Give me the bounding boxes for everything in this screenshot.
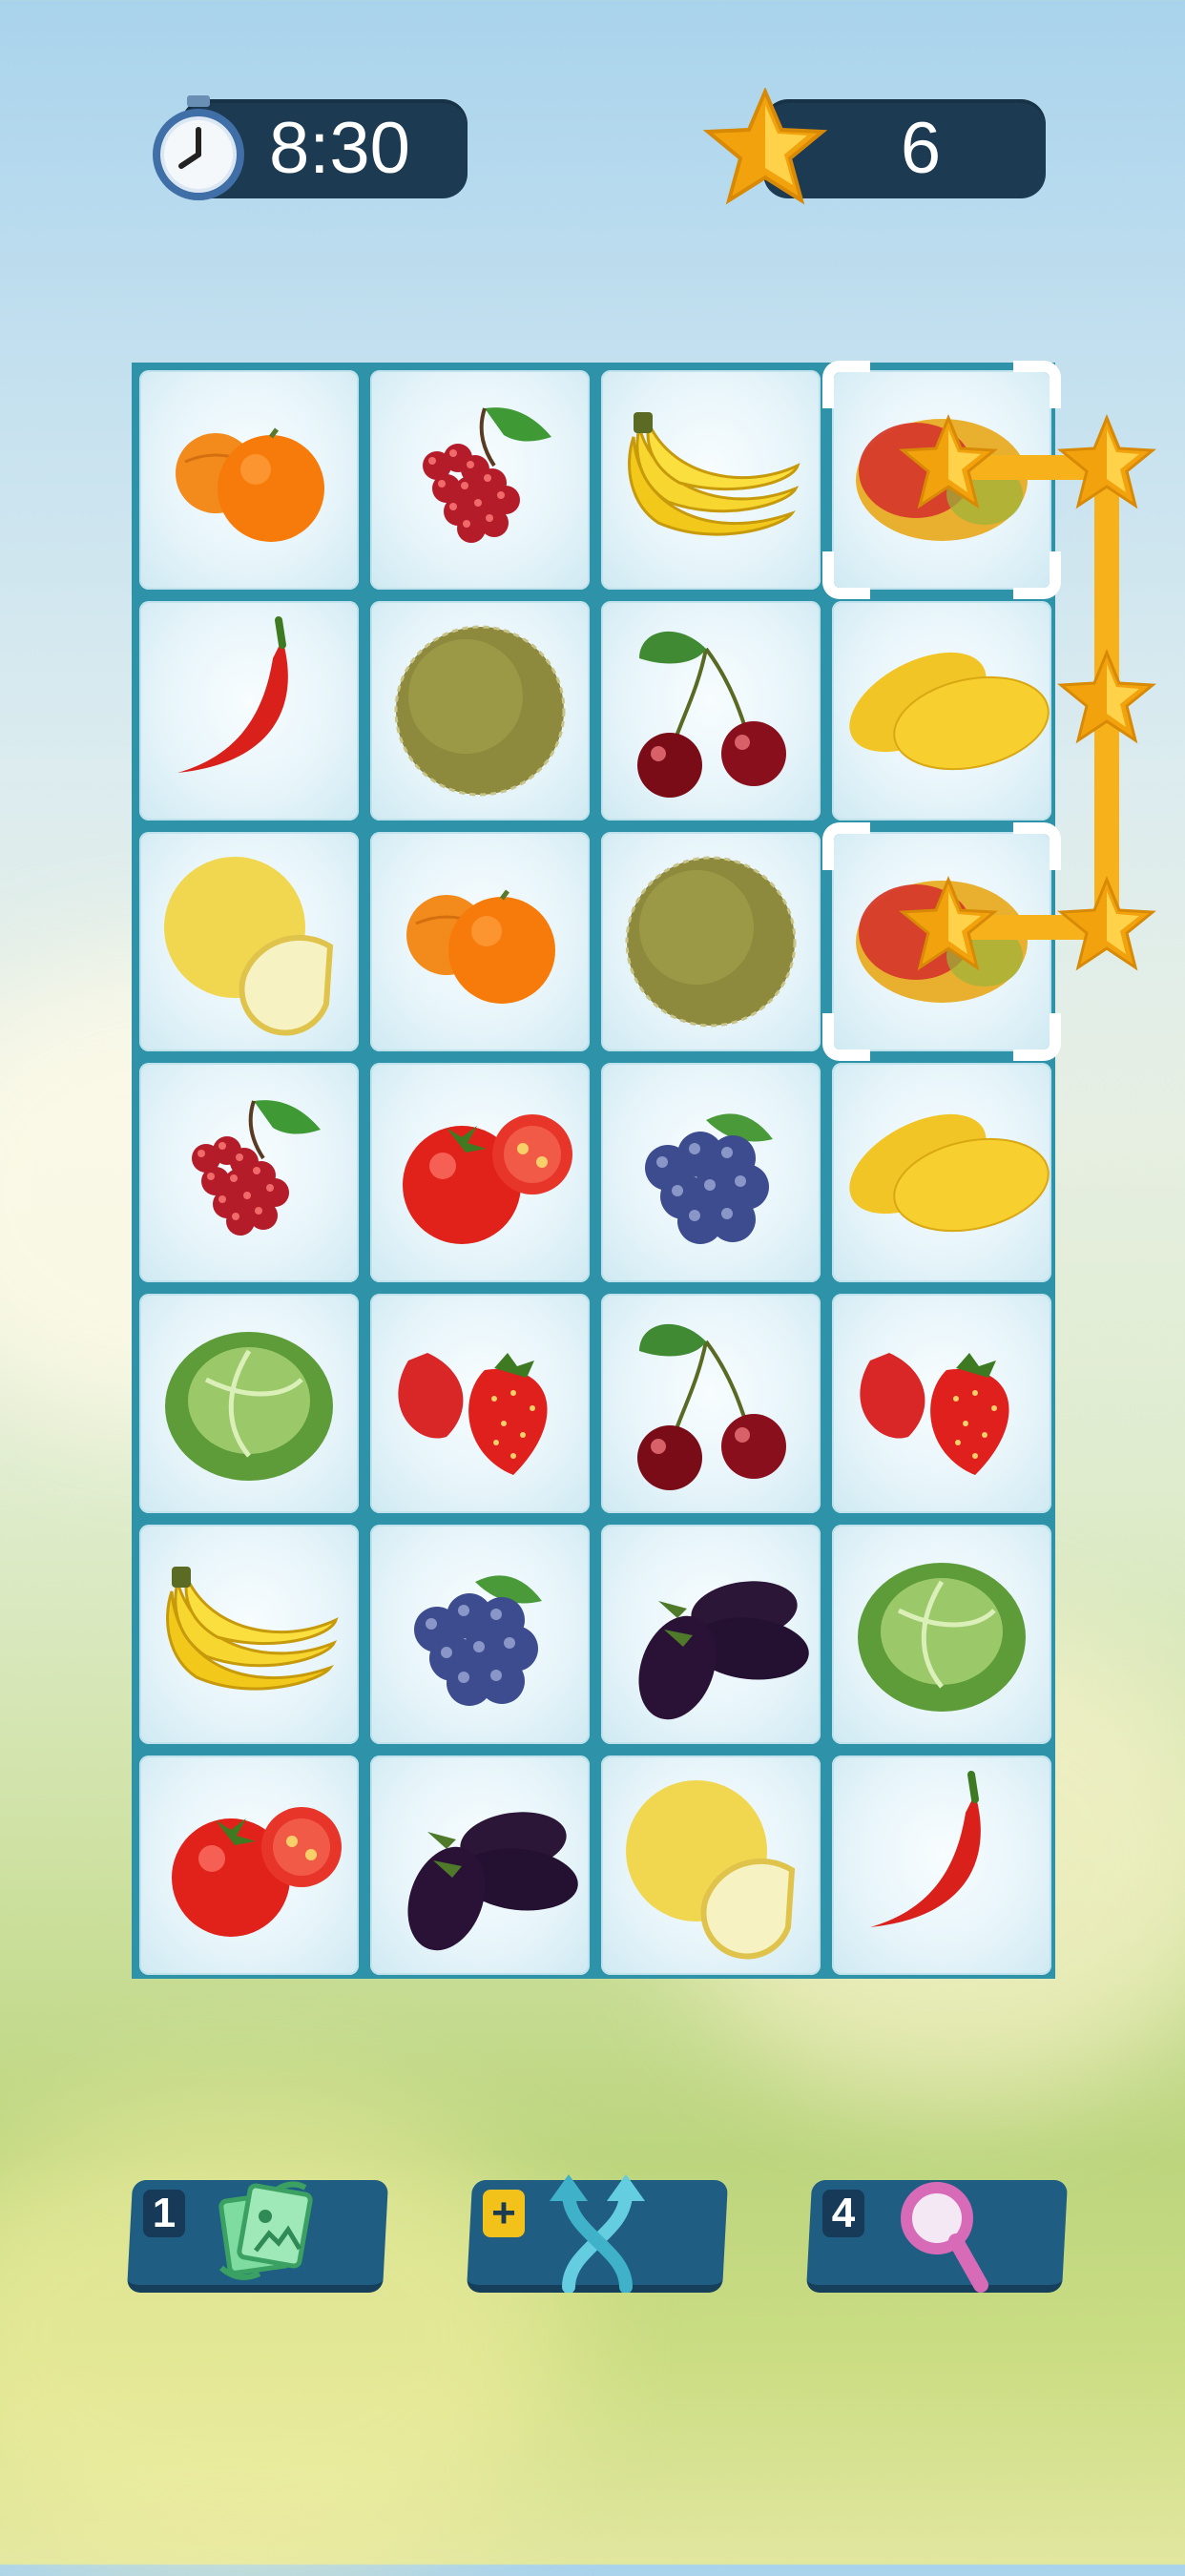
magnifier-icon	[885, 2174, 1000, 2298]
tile-chili-pepper[interactable]	[139, 601, 359, 821]
selection-corner	[1013, 361, 1061, 408]
tile-eggplant[interactable]	[601, 1525, 821, 1744]
honeydew-melon-icon	[164, 857, 334, 1036]
timer-value: 8:30	[269, 108, 410, 189]
tile-honeydew-melon[interactable]	[601, 1755, 821, 1975]
tile-eggplant[interactable]	[370, 1755, 590, 1975]
blueberry-icon	[414, 1575, 542, 1706]
selection-corner	[1013, 551, 1061, 599]
tile-blueberry[interactable]	[601, 1063, 821, 1282]
booster-add: +	[483, 2190, 525, 2237]
tile-banana[interactable]	[139, 1525, 359, 1744]
tile-red-currant[interactable]	[370, 370, 590, 590]
booster-count: 4	[822, 2190, 864, 2237]
blueberry-icon	[645, 1113, 773, 1244]
shuffle-booster-button[interactable]: 1	[126, 2180, 389, 2293]
tile-honeydew-melon[interactable]	[139, 832, 359, 1051]
red-currant-icon	[423, 407, 551, 543]
crossing-arrows-icon	[546, 2174, 660, 2294]
cherry-icon	[637, 1323, 786, 1490]
selection-corner	[822, 1013, 870, 1061]
cabbage-icon	[858, 1563, 1026, 1712]
tomato-icon	[403, 1114, 572, 1244]
tile-yellow-mango[interactable]	[832, 601, 1051, 821]
tile-cherry[interactable]	[601, 601, 821, 821]
yellow-mango-icon	[849, 652, 1050, 771]
star-icon	[702, 86, 828, 210]
selection-corner	[1013, 1013, 1061, 1061]
cantaloupe-icon	[394, 625, 566, 797]
stopwatch-icon	[149, 95, 248, 202]
selection-corner	[822, 822, 870, 870]
path-star-icon	[1057, 414, 1156, 509]
tile-orange[interactable]	[139, 370, 359, 590]
yellow-mango-icon	[849, 1113, 1050, 1233]
eggplant-icon	[407, 1812, 578, 1951]
tile-banana[interactable]	[601, 370, 821, 590]
banana-icon	[166, 1567, 339, 1691]
red-currant-icon	[192, 1100, 321, 1236]
tile-orange[interactable]	[370, 832, 590, 1051]
tile-cabbage[interactable]	[832, 1525, 1051, 1744]
swap-booster-button[interactable]: +	[466, 2174, 729, 2294]
tile-strawberry[interactable]	[832, 1294, 1051, 1513]
tile-strawberry[interactable]	[370, 1294, 590, 1513]
orange-icon	[176, 427, 324, 542]
tile-red-currant[interactable]	[139, 1063, 359, 1282]
tile-tomato[interactable]	[370, 1063, 590, 1282]
booster-count: 1	[143, 2190, 185, 2237]
tile-yellow-mango[interactable]	[832, 1063, 1051, 1282]
path-star-icon	[1057, 649, 1156, 744]
path-star-icon	[1057, 876, 1156, 971]
tile-cantaloupe[interactable]	[370, 601, 590, 821]
chili-pepper-icon	[177, 616, 288, 773]
hint-booster-button[interactable]: 4	[805, 2180, 1069, 2293]
cherry-icon	[637, 631, 786, 798]
strawberry-icon	[860, 1353, 1009, 1475]
tile-cabbage[interactable]	[139, 1294, 359, 1513]
tile-cherry[interactable]	[601, 1294, 821, 1513]
shuffle-image-icon	[206, 2180, 321, 2293]
strawberry-icon	[398, 1353, 548, 1475]
orange-icon	[406, 889, 555, 1004]
tile-blueberry[interactable]	[370, 1525, 590, 1744]
tile-tomato[interactable]	[139, 1755, 359, 1975]
tile-cantaloupe[interactable]	[601, 832, 821, 1051]
banana-icon	[628, 412, 800, 536]
honeydew-melon-icon	[626, 1780, 796, 1960]
tomato-icon	[172, 1807, 342, 1937]
selection-corner	[822, 361, 870, 408]
cantaloupe-icon	[625, 856, 797, 1028]
chili-pepper-icon	[870, 1771, 981, 1927]
eggplant-icon	[638, 1581, 809, 1720]
cabbage-icon	[165, 1332, 333, 1481]
tile-board	[132, 363, 1055, 1979]
selection-corner	[822, 551, 870, 599]
tile-chili-pepper[interactable]	[832, 1755, 1051, 1975]
selection-corner	[1013, 822, 1061, 870]
